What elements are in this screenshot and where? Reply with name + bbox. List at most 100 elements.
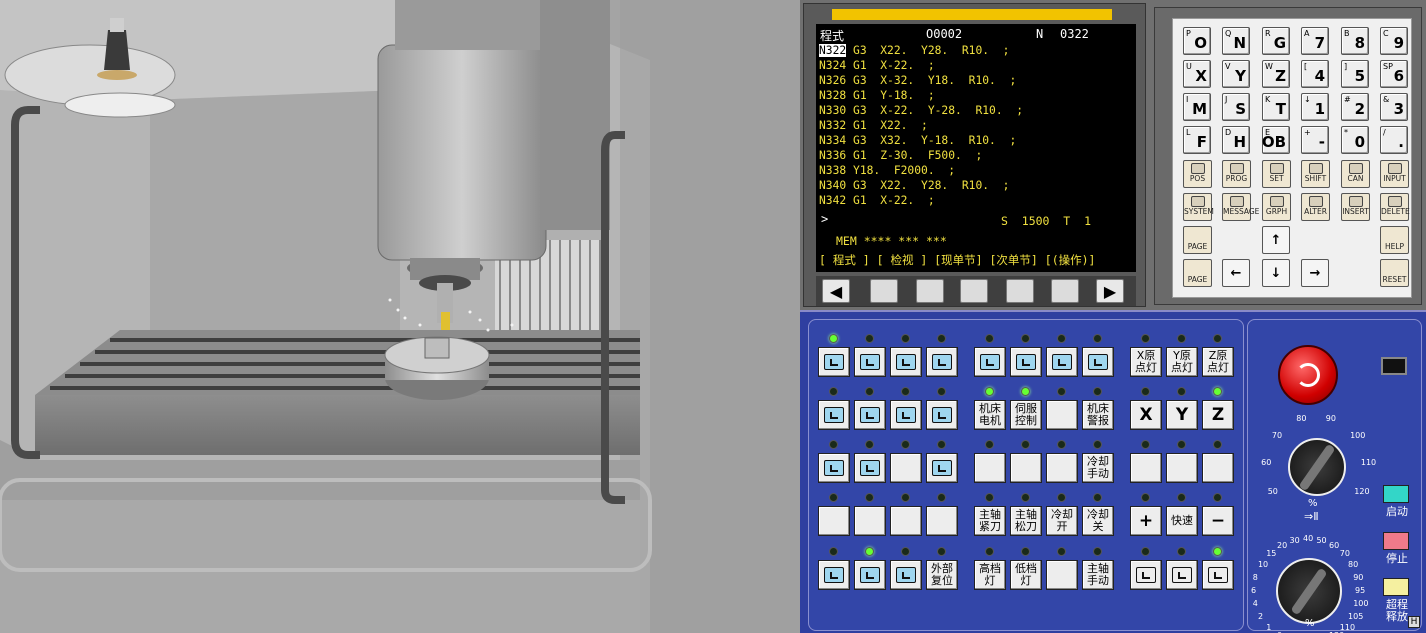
machine-3d-view[interactable] <box>0 0 800 633</box>
edit-mode-button[interactable] <box>854 347 886 377</box>
blank-button[interactable] <box>890 506 922 536</box>
jog-plus-button[interactable]: + <box>1130 506 1162 536</box>
page-down-button[interactable]: PAGE <box>1183 259 1212 287</box>
spindle-override-dial[interactable] <box>1276 558 1342 624</box>
coolant-on-button[interactable]: 冷却 开 <box>1046 506 1078 536</box>
function-key[interactable]: CAN <box>1341 160 1370 188</box>
help-button[interactable]: HELP <box>1380 226 1409 254</box>
address-key[interactable]: QN <box>1222 27 1250 55</box>
ref-mode-button[interactable] <box>974 347 1006 377</box>
address-key[interactable]: IM <box>1183 93 1211 121</box>
cursor-left-icon[interactable]: ← <box>1222 259 1250 287</box>
address-key[interactable]: UX <box>1183 60 1211 88</box>
spindle-manual-button[interactable]: 主轴 手动 <box>1082 560 1114 590</box>
address-key[interactable]: + - <box>1301 126 1329 154</box>
address-key[interactable]: A7 <box>1301 27 1329 55</box>
address-key[interactable]: RG <box>1262 27 1290 55</box>
function-key[interactable]: GRPH <box>1262 193 1291 221</box>
dry-run-button[interactable] <box>926 400 958 430</box>
address-key[interactable]: VY <box>1222 60 1250 88</box>
blank-button[interactable] <box>974 453 1006 483</box>
function-key[interactable]: INPUT <box>1380 160 1409 188</box>
spindle-unclamp-button[interactable]: 主轴 松刀 <box>1010 506 1042 536</box>
corner-key[interactable]: H <box>1408 616 1420 628</box>
mdi-mode-button[interactable] <box>890 347 922 377</box>
blank-button[interactable] <box>1202 453 1234 483</box>
spindle-stop-button[interactable] <box>1166 560 1198 590</box>
blank-button[interactable] <box>926 506 958 536</box>
machine-lock-button[interactable] <box>854 453 886 483</box>
address-key[interactable]: C9 <box>1380 27 1408 55</box>
optional-stop-button[interactable] <box>890 400 922 430</box>
spindle-ccw-button[interactable] <box>1202 560 1234 590</box>
handwheel-mode-button[interactable] <box>1082 347 1114 377</box>
softkey-4[interactable] <box>1006 279 1034 303</box>
overtravel-release-button[interactable] <box>1383 578 1409 596</box>
axis-y-button[interactable]: Y <box>1166 400 1198 430</box>
blank-button[interactable] <box>1010 453 1042 483</box>
inc-mode-button[interactable] <box>1046 347 1078 377</box>
spindle-orient-button[interactable] <box>890 560 922 590</box>
spindle-cw-button[interactable] <box>1130 560 1162 590</box>
address-key[interactable]: KT <box>1262 93 1290 121</box>
address-key[interactable]: B8 <box>1341 27 1369 55</box>
address-key[interactable]: #2 <box>1341 93 1369 121</box>
address-key[interactable]: & 3 <box>1380 93 1408 121</box>
machine-motor-button[interactable]: 机床 电机 <box>974 400 1006 430</box>
blank-button[interactable] <box>1046 560 1078 590</box>
dnc-mode-button[interactable] <box>926 347 958 377</box>
function-key[interactable]: DELETE <box>1380 193 1410 221</box>
function-key[interactable]: SYSTEM <box>1183 193 1214 221</box>
address-key[interactable]: /. <box>1380 126 1408 154</box>
address-key[interactable]: WZ <box>1262 60 1290 88</box>
address-key[interactable]: ] 5 <box>1341 60 1369 88</box>
function-key[interactable]: MESSAGE <box>1222 193 1259 221</box>
reset-button[interactable]: RESET <box>1380 259 1409 287</box>
feed-override-dial[interactable] <box>1288 438 1346 496</box>
rapid-button[interactable]: 快速 <box>1166 506 1198 536</box>
x-home-lamp[interactable]: X原 点灯 <box>1130 347 1162 377</box>
jog-minus-button[interactable]: − <box>1202 506 1234 536</box>
cursor-down-icon[interactable]: ↓ <box>1262 259 1290 287</box>
softkey-5[interactable] <box>1051 279 1079 303</box>
spindle-ccw-zone-button[interactable] <box>818 560 850 590</box>
emergency-stop-button[interactable] <box>1278 345 1338 405</box>
external-reset-button[interactable]: 外部 复位 <box>926 560 958 590</box>
softkey-2[interactable] <box>916 279 944 303</box>
function-key[interactable]: PROG <box>1222 160 1251 188</box>
softkey-3[interactable] <box>960 279 988 303</box>
machine-alarm-button[interactable]: 机床 警报 <box>1082 400 1114 430</box>
program-restart-button[interactable] <box>818 453 850 483</box>
single-block-button[interactable] <box>818 400 850 430</box>
blank-button[interactable] <box>818 506 850 536</box>
function-key[interactable]: ALTER <box>1301 193 1330 221</box>
address-key[interactable]: LF <box>1183 126 1211 154</box>
low-gear-lamp[interactable]: 低档 灯 <box>1010 560 1042 590</box>
cursor-up-icon[interactable]: ↑ <box>1262 226 1290 254</box>
axis-z-button[interactable]: Z <box>1202 400 1234 430</box>
function-key[interactable]: SET <box>1262 160 1291 188</box>
page-up-button[interactable]: PAGE <box>1183 226 1212 254</box>
blank-button[interactable] <box>1130 453 1162 483</box>
jog-mode-button[interactable] <box>1010 347 1042 377</box>
softkey-next-icon[interactable]: ▶ <box>1096 279 1124 303</box>
address-key[interactable]: PO <box>1183 27 1211 55</box>
y-home-lamp[interactable]: Y原 点灯 <box>1166 347 1198 377</box>
address-key[interactable]: * 0 <box>1341 126 1369 154</box>
block-skip-button[interactable] <box>854 400 886 430</box>
softkey-prev-icon[interactable]: ◀ <box>822 279 850 303</box>
camera-icon[interactable] <box>1381 357 1407 375</box>
address-key[interactable]: DH <box>1222 126 1250 154</box>
address-key[interactable]: JS <box>1222 93 1250 121</box>
coolant-manual-button[interactable]: 冷却 手动 <box>1082 453 1114 483</box>
softkey-1[interactable] <box>870 279 898 303</box>
high-gear-lamp[interactable]: 高档 灯 <box>974 560 1006 590</box>
coolant-off-button[interactable]: 冷却 关 <box>1082 506 1114 536</box>
function-key[interactable]: SHIFT <box>1301 160 1330 188</box>
feed-hold-button[interactable] <box>1383 532 1409 550</box>
spindle-clamp-button[interactable]: 主轴 紧刀 <box>974 506 1006 536</box>
handwheel-button[interactable] <box>926 453 958 483</box>
address-key[interactable]: ↓ 1 <box>1301 93 1329 121</box>
address-key[interactable]: E OB <box>1262 126 1290 154</box>
z-home-lamp[interactable]: Z原 点灯 <box>1202 347 1234 377</box>
